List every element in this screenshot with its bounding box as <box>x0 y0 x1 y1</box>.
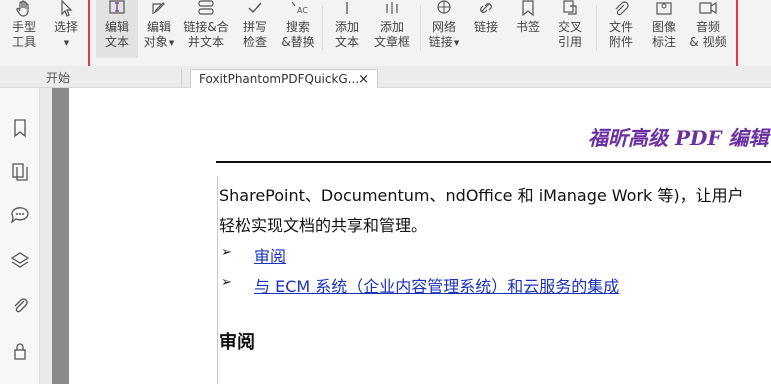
audio-video-label: 音频 & 视频 <box>689 20 727 49</box>
tab-document-label: FoxitPhantomPDFQuickG... <box>199 72 360 86</box>
tab-home-label: 开始 <box>46 71 71 85</box>
textbox-icon <box>386 2 398 14</box>
edit-object-dropdown-caret[interactable]: ▼ <box>169 39 174 47</box>
cross-reference-label: 交叉 引用 <box>557 20 582 49</box>
paragraph-line-1: SharePoint、Documentum、ndOffice 和 iManage… <box>219 186 744 205</box>
svg-text:AC: AC <box>297 6 308 15</box>
image-annotation-label: 图像 标注 <box>651 20 676 49</box>
text-cursor-icon <box>346 2 348 14</box>
select-button[interactable]: 选择 ▼ <box>46 0 86 58</box>
ribbon-separator <box>420 6 421 50</box>
bookmark-button[interactable]: 书签 <box>510 0 546 58</box>
hand-tool-label: 手型 工具 <box>11 20 36 49</box>
tab-document[interactable]: FoxitPhantomPDFQuickG... × <box>190 69 378 88</box>
select-arrow-icon <box>61 0 73 17</box>
edit-object-label: 编辑 对象 <box>143 20 171 49</box>
hand-tool-button[interactable]: 手型 工具 <box>4 0 44 58</box>
link-merge-icon <box>198 0 214 15</box>
edit-text-label: 编辑 文本 <box>104 20 129 49</box>
link-merge-text-button[interactable]: 链接&合 并文本 <box>180 0 232 58</box>
ribbon-toolbar: 手型 工具 选择 ▼ 编辑 文本 编辑 对象▼ 链接&合 并文本 拼写 检查 AC… <box>0 0 771 68</box>
link-label: 链接 <box>473 20 498 34</box>
file-attachment-label: 文件 附件 <box>608 20 633 49</box>
search-replace-icon: AC <box>291 1 308 15</box>
cross-reference-button[interactable]: 交叉 引用 <box>550 0 590 58</box>
search-replace-button[interactable]: AC 搜索 &替换 <box>278 0 318 58</box>
add-text-button[interactable]: 添加 文本 <box>328 0 366 58</box>
bullet-arrow-icon: ➢ <box>221 245 232 260</box>
edit-object-icon <box>152 2 165 14</box>
document-page: 福昕高级 PDF 编辑 SharePoint、Documentum、ndOffi… <box>69 88 771 384</box>
video-icon <box>699 1 717 15</box>
search-replace-label: 搜索 &替换 <box>281 20 315 49</box>
web-link-icon <box>437 0 451 14</box>
checkmark-icon <box>248 2 262 14</box>
bookmark-icon <box>522 0 534 17</box>
web-link-label: 网络 链接 <box>428 20 456 49</box>
layers-panel-icon[interactable] <box>10 251 30 271</box>
comments-panel-icon[interactable] <box>10 205 30 225</box>
title-rule <box>216 161 771 163</box>
hand-icon <box>16 0 29 17</box>
bookmark-panel-icon[interactable] <box>10 118 30 138</box>
pages-panel-icon[interactable] <box>10 162 30 182</box>
link-review[interactable]: 审阅 <box>254 243 286 267</box>
file-attachment-button[interactable]: 文件 附件 <box>602 0 640 58</box>
ribbon-separator <box>596 6 597 50</box>
link-ecm-integration[interactable]: 与 ECM 系统（企业内容管理系统）和云服务的集成 <box>254 273 619 297</box>
attachments-panel-icon[interactable] <box>10 296 30 316</box>
page-shadow <box>52 88 69 384</box>
edit-text-button[interactable]: 编辑 文本 <box>96 0 138 58</box>
spell-check-label: 拼写 检查 <box>242 20 267 49</box>
paperclip-icon <box>615 1 629 16</box>
image-annotation-button[interactable]: 图像 标注 <box>644 0 684 58</box>
edit-object-button[interactable]: 编辑 对象▼ <box>140 0 178 58</box>
add-textbox-button[interactable]: 添加 文章框 <box>370 0 414 58</box>
security-lock-icon[interactable] <box>10 341 30 361</box>
bullet-arrow-icon: ➢ <box>221 275 232 290</box>
page-gutter <box>40 88 52 384</box>
image-icon <box>656 2 672 15</box>
section-heading: 审阅 <box>219 332 255 353</box>
bookmark-label: 书签 <box>515 20 540 34</box>
select-dropdown-caret[interactable]: ▼ <box>64 39 69 47</box>
ribbon-separator <box>322 6 323 50</box>
web-link-dropdown-caret[interactable]: ▼ <box>454 39 459 47</box>
edit-text-icon <box>109 0 125 14</box>
audio-video-button[interactable]: 音频 & 视频 <box>686 0 730 58</box>
cross-reference-icon <box>563 0 577 15</box>
link-chain-icon <box>480 3 492 13</box>
link-button[interactable]: 链接 <box>468 0 504 58</box>
document-title: 福昕高级 PDF 编辑 <box>588 126 769 150</box>
close-tab-icon[interactable]: × <box>358 70 369 89</box>
web-link-button[interactable]: 网络 链接▼ <box>424 0 464 58</box>
add-textbox-label: 添加 文章框 <box>373 20 410 49</box>
tab-bar: 开始 FoxitPhantomPDFQuickG... × <box>0 66 771 88</box>
tab-home[interactable]: 开始 <box>30 69 182 88</box>
select-label: 选择 <box>53 20 78 34</box>
paragraph-line-2: 轻松实现文档的共享和管理。 <box>219 216 428 235</box>
add-text-label: 添加 文本 <box>334 20 359 49</box>
link-merge-text-label: 链接&合 并文本 <box>183 20 229 49</box>
left-sidebar <box>0 88 40 384</box>
spell-check-button[interactable]: 拼写 检查 <box>236 0 274 58</box>
text-margin-line <box>217 176 218 384</box>
